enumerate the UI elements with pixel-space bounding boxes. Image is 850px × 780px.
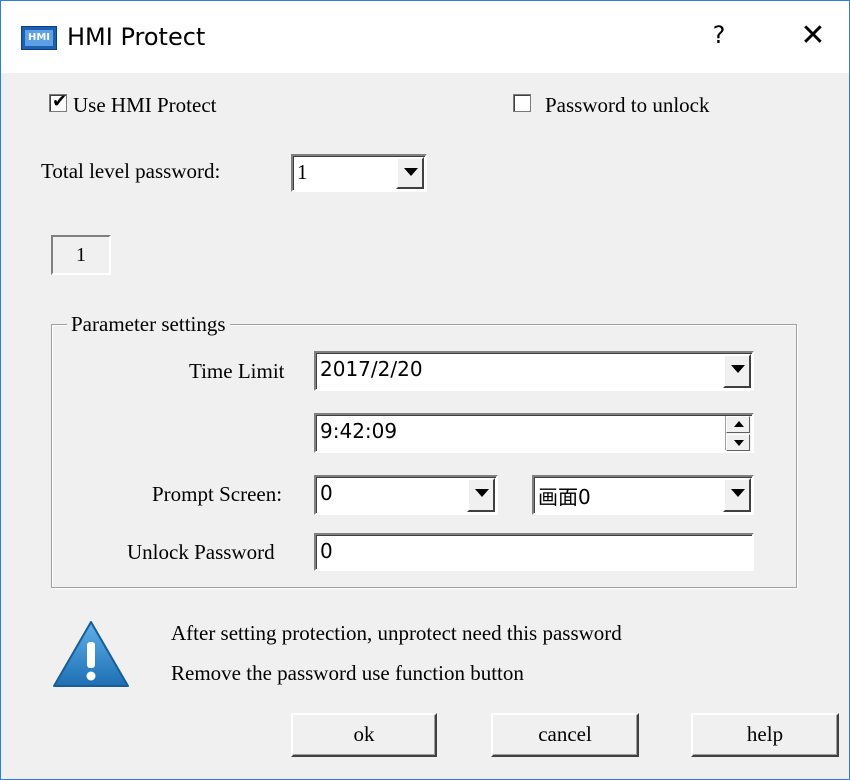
use-hmi-protect-label[interactable]: Use HMI Protect [73,93,216,118]
total-level-password-value: 1 [297,160,308,184]
prompt-screen-name-select[interactable]: 画面0 [532,475,754,515]
help-question-icon[interactable]: ? [707,21,731,53]
chevron-down-icon [475,489,489,497]
title-bar[interactable]: HMI HMI Protect ? ✕ [1,1,849,73]
spin-down-button[interactable] [726,434,750,451]
use-hmi-protect-checkbox[interactable]: ✔ [49,91,68,112]
dropdown-button[interactable] [723,478,751,512]
chevron-down-icon [731,365,745,373]
prompt-screen-name-value: 画面0 [538,485,591,509]
prompt-screen-number-value: 0 [320,481,333,505]
warning-icon [53,621,129,687]
window-title: HMI Protect [67,23,206,51]
dropdown-button[interactable] [723,354,751,388]
prompt-screen-number-select[interactable]: 0 [314,475,498,515]
level-tab-1[interactable]: 1 [51,235,111,275]
help-button[interactable]: help [691,713,839,757]
ok-button[interactable]: ok [291,713,437,757]
chevron-down-icon [404,168,418,176]
total-level-password-label: Total level password: [41,159,221,183]
password-to-unlock-checkbox[interactable] [513,94,531,112]
dropdown-button[interactable] [396,157,424,189]
time-limit-date-select[interactable]: 2017/2/20 [314,351,754,391]
time-limit-label: Time Limit [189,359,285,383]
hmi-app-icon: HMI [21,26,57,50]
total-level-password-select[interactable]: 1 [291,154,427,192]
arrow-up-icon [734,421,744,427]
unlock-password-label: Unlock Password [127,540,275,564]
cancel-button[interactable]: cancel [491,713,639,757]
unlock-password-input[interactable]: 0 [314,533,754,571]
hmi-protect-dialog: HMI HMI Protect ? ✕ ✔ Use HMI Protect Pa… [0,0,850,780]
notice-line-1: After setting protection, unprotect need… [171,621,622,645]
close-icon[interactable]: ✕ [797,19,829,53]
time-limit-date-value: 2017/2/20 [320,357,423,381]
unlock-password-value: 0 [320,539,333,563]
arrow-down-icon [734,440,744,446]
parameter-settings-title: Parameter settings [67,312,230,337]
spin-up-button[interactable] [726,416,750,433]
time-limit-time-spinner[interactable]: 9:42:09 [314,413,754,453]
prompt-screen-label: Prompt Screen: [152,482,283,506]
checkmark-icon: ✔ [52,91,68,112]
dropdown-button[interactable] [467,478,495,512]
time-limit-time-value: 9:42:09 [320,419,398,443]
time-spin-buttons [725,416,751,451]
notice-line-2: Remove the password use function button [171,661,524,685]
chevron-down-icon [731,489,745,497]
password-to-unlock-label[interactable]: Password to unlock [545,93,710,118]
